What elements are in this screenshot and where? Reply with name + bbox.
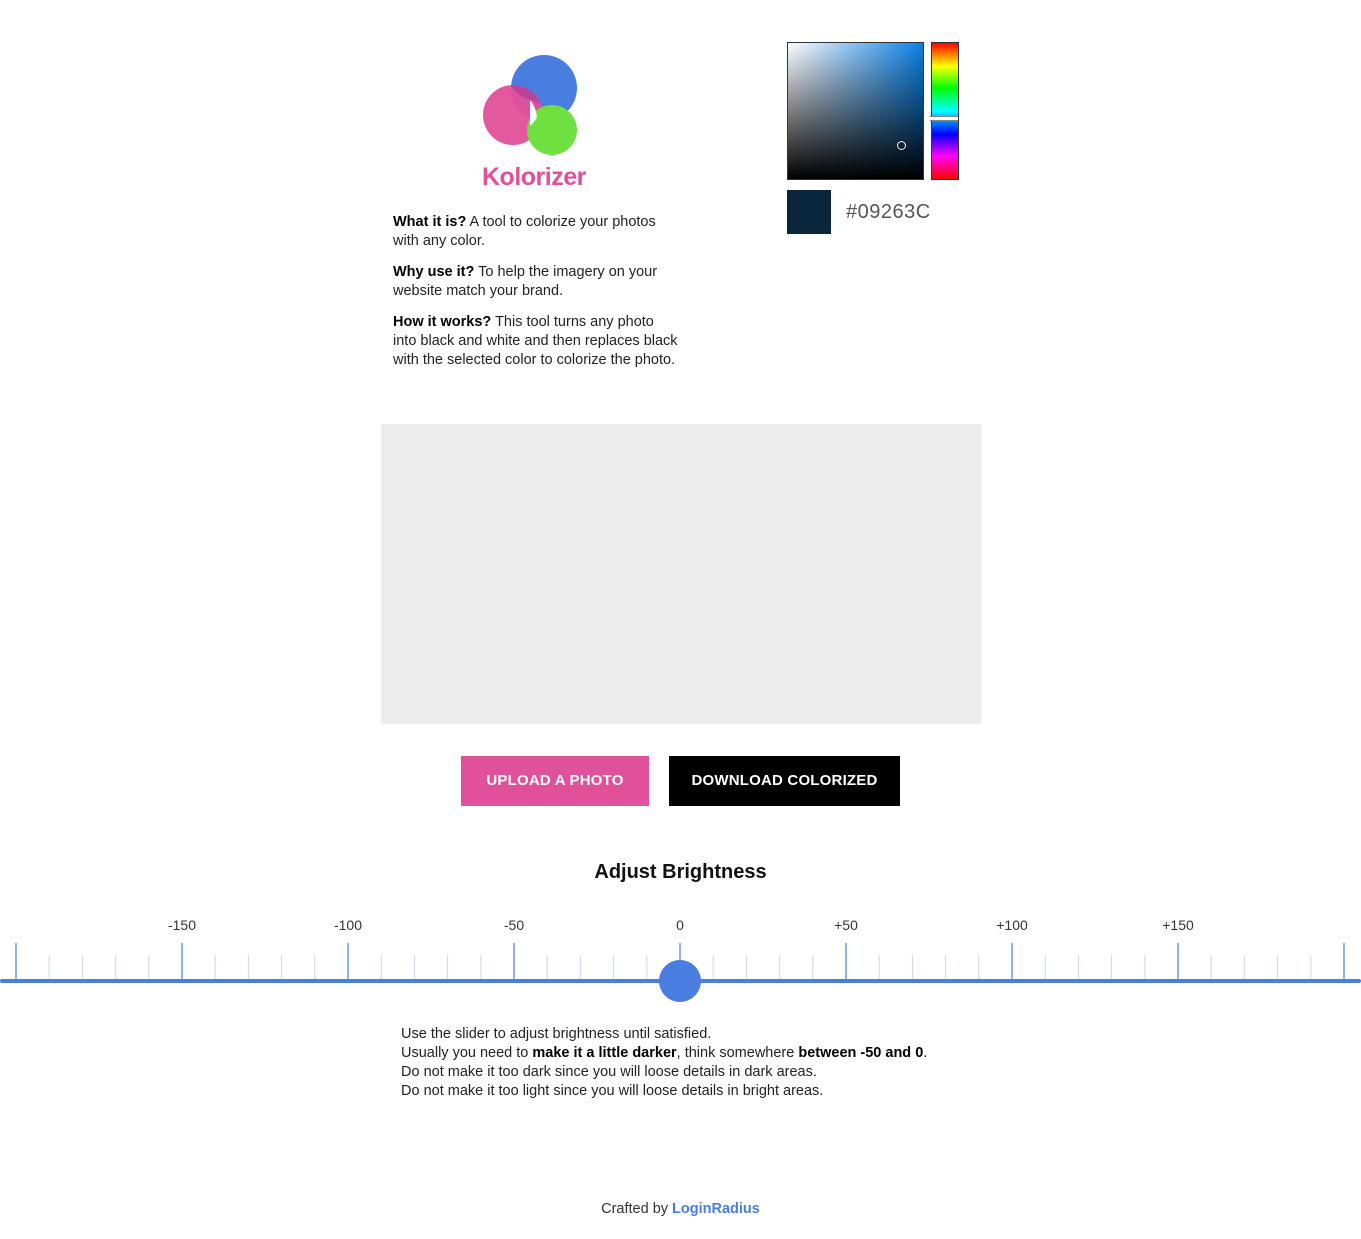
brightness-hint: Use the slider to adjust brightness unti…	[401, 1025, 927, 1101]
footer: Crafted by LoginRadius	[0, 1201, 1361, 1217]
description-what: What it is? A tool to colorize your phot…	[393, 214, 656, 249]
saturation-value-cursor[interactable]	[897, 141, 906, 150]
description-how: How it works? This tool turns any photo …	[393, 314, 678, 368]
footer-prefix: Crafted by	[601, 1201, 673, 1217]
hint-line-4: Do not make it too light since you will …	[401, 1083, 824, 1099]
selected-color-swatch	[787, 190, 831, 234]
brightness-slider-thumb[interactable]	[659, 960, 701, 1002]
hue-slider-handle[interactable]	[930, 116, 958, 121]
saturation-value-picker[interactable]	[787, 42, 924, 180]
kolorizer-logo: Kolorizer	[482, 55, 586, 195]
description-why: Why use it? To help the imagery on your …	[393, 264, 658, 299]
logo-text: Kolorizer	[482, 163, 586, 191]
hex-color-value[interactable]: #09263C	[846, 201, 931, 224]
hint-line-1: Use the slider to adjust brightness unti…	[401, 1026, 712, 1042]
brightness-title: Adjust Brightness	[594, 861, 767, 883]
loginradius-link[interactable]: LoginRadius	[672, 1201, 760, 1217]
description: What it is? A tool to colorize your phot…	[393, 213, 678, 382]
photo-preview	[381, 424, 981, 724]
logo-circles-icon	[483, 55, 577, 155]
upload-photo-button[interactable]: UPLOAD A PHOTO	[461, 756, 649, 806]
hue-slider[interactable]	[931, 42, 959, 180]
download-colorized-button[interactable]: DOWNLOAD COLORIZED	[669, 756, 900, 806]
hint-line-2: Usually you need to make it a little dar…	[401, 1045, 928, 1061]
page: Kolorizer What it is? A tool to colorize…	[0, 0, 1361, 1239]
hint-line-3: Do not make it too dark since you will l…	[401, 1064, 817, 1080]
